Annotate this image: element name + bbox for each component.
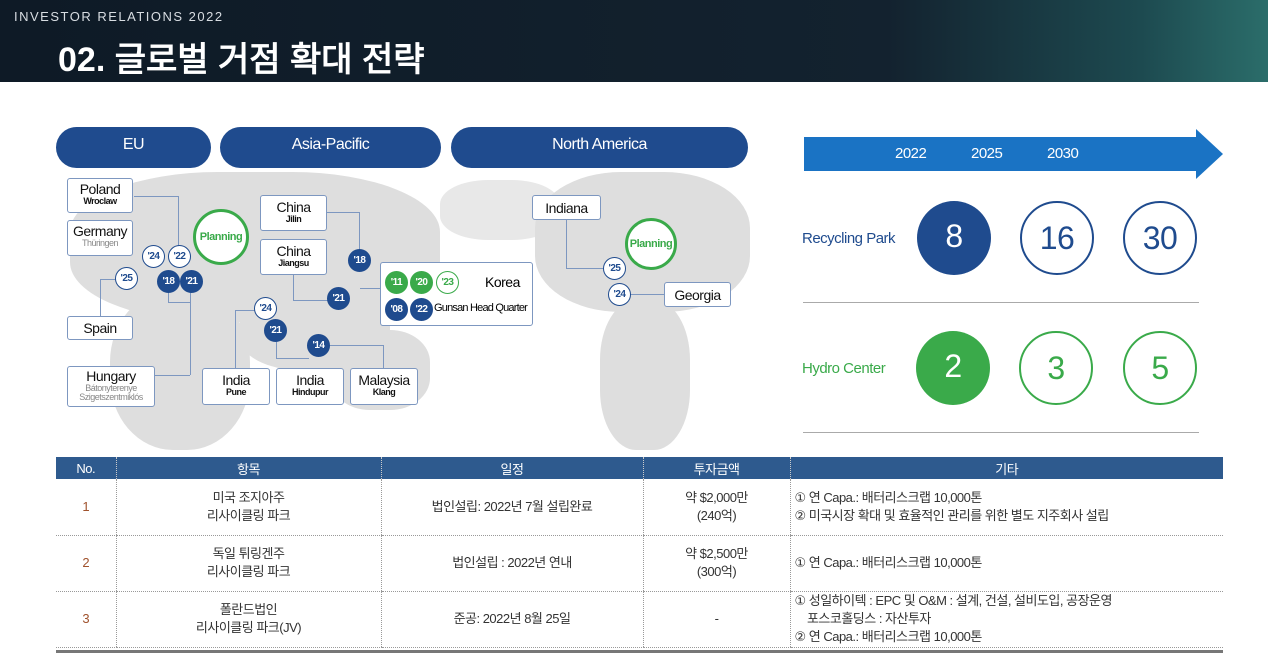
marker: '24 <box>608 283 631 306</box>
region-north-america: North America <box>451 127 748 168</box>
investment-table: No. 항목 일정 투자금액 기타 1 미국 조지아주 리사이클링 파크 법인설립… <box>56 457 1223 648</box>
location-malaysia: Malaysia Klang <box>350 368 418 405</box>
table-row: 3 폴란드법인 리사이클링 파크(JV) 준공: 2022년 8월 25일 - ①… <box>56 591 1223 648</box>
cell-schedule: 법인설립 : 2022년 연내 <box>380 535 643 592</box>
col-schedule: 일정 <box>380 457 643 479</box>
hydro-2030: 5 <box>1123 331 1197 405</box>
cell-item: 미국 조지아주 리사이클링 파크 <box>115 479 381 536</box>
table-row: 2 독일 튀링겐주 리사이클링 파크 법인설립 : 2022년 연내 약 $2,5… <box>56 535 1223 592</box>
cell-amount: - <box>642 591 790 648</box>
recycling-2022: 8 <box>917 201 991 275</box>
table-bottom-border <box>56 650 1223 653</box>
marker: '24 <box>254 297 277 320</box>
col-no: No. <box>56 457 116 479</box>
marker: '22 <box>410 298 433 321</box>
col-notes: 기타 <box>789 457 1223 479</box>
header-subtitle: INVESTOR RELATIONS 2022 <box>14 9 224 24</box>
marker: '21 <box>264 319 287 342</box>
divider <box>803 432 1199 433</box>
marker: '23 <box>436 271 459 294</box>
cell-schedule: 준공: 2022년 8월 25일 <box>380 591 643 648</box>
marker: '21 <box>180 270 203 293</box>
location-indiana: Indiana <box>532 195 601 220</box>
planning-badge-na: Planning <box>625 218 677 270</box>
cell-schedule: 법인설립: 2022년 7월 설립완료 <box>380 479 643 536</box>
hydro-2022: 2 <box>916 331 990 405</box>
cell-no: 2 <box>56 535 116 592</box>
region-eu: EU <box>56 127 211 168</box>
arrow-head-icon <box>1196 129 1223 179</box>
hydro-center-label: Hydro Center <box>802 360 886 377</box>
marker: '22 <box>168 245 191 268</box>
marker: '18 <box>348 249 371 272</box>
marker: '08 <box>385 298 408 321</box>
cell-amount: 약 $2,500만 (300억) <box>642 535 790 592</box>
divider <box>803 302 1199 303</box>
col-amount: 투자금액 <box>642 457 790 479</box>
cell-no: 3 <box>56 591 116 648</box>
table-row: 1 미국 조지아주 리사이클링 파크 법인설립: 2022년 7월 설립완료 약 … <box>56 479 1223 536</box>
location-hungary: Hungary Bátonyterenye Szigetszentmiklós <box>67 366 155 407</box>
marker: '25 <box>603 257 626 280</box>
cell-notes: ① 연 Capa.: 배터리스크랩 10,000톤 ② 미국시장 확대 및 효율적… <box>789 479 1223 536</box>
location-georgia: Georgia <box>664 282 731 307</box>
year-2025: 2025 <box>971 145 1003 162</box>
year-2022: 2022 <box>895 145 927 162</box>
location-india-hindupur: India Hindupur <box>276 368 344 405</box>
recycling-2025: 16 <box>1020 201 1094 275</box>
marker: '25 <box>115 267 138 290</box>
header-banner: INVESTOR RELATIONS 2022 02. 글로벌 거점 확대 전략 <box>0 0 1268 82</box>
marker: '11 <box>385 271 408 294</box>
recycling-park-label: Recycling Park <box>802 230 896 247</box>
region-asia-pacific: Asia-Pacific <box>220 127 441 168</box>
location-spain: Spain <box>67 316 133 340</box>
marker: '24 <box>142 245 165 268</box>
cell-notes: ① 연 Capa.: 배터리스크랩 10,000톤 <box>789 535 1223 592</box>
marker: '20 <box>410 271 433 294</box>
cell-amount: 약 $2,000만 (240억) <box>642 479 790 536</box>
cell-notes: ① 성일하이텍 : EPC 및 O&M : 설계, 건설, 설비도입, 공장운영… <box>789 591 1223 648</box>
marker: '14 <box>307 334 330 357</box>
year-2030: 2030 <box>1047 145 1079 162</box>
hydro-2025: 3 <box>1019 331 1093 405</box>
cell-item: 독일 튀링겐주 리사이클링 파크 <box>115 535 381 592</box>
location-poland: Poland Wroclaw <box>67 178 133 213</box>
location-china-jiangsu: China Jiangsu <box>260 239 327 275</box>
cell-no: 1 <box>56 479 116 536</box>
page-title: 02. 글로벌 거점 확대 전략 <box>58 41 425 79</box>
recycling-2030: 30 <box>1123 201 1197 275</box>
col-item: 항목 <box>115 457 381 479</box>
marker: '21 <box>327 287 350 310</box>
location-india-pune: India Pune <box>202 368 270 405</box>
marker: '18 <box>157 270 180 293</box>
cell-item: 폴란드법인 리사이클링 파크(JV) <box>115 591 381 648</box>
planning-badge-eu: Planning <box>193 209 249 265</box>
location-china-jilin: China Jilin <box>260 195 327 231</box>
location-germany: Germany Thüringen <box>67 220 133 256</box>
